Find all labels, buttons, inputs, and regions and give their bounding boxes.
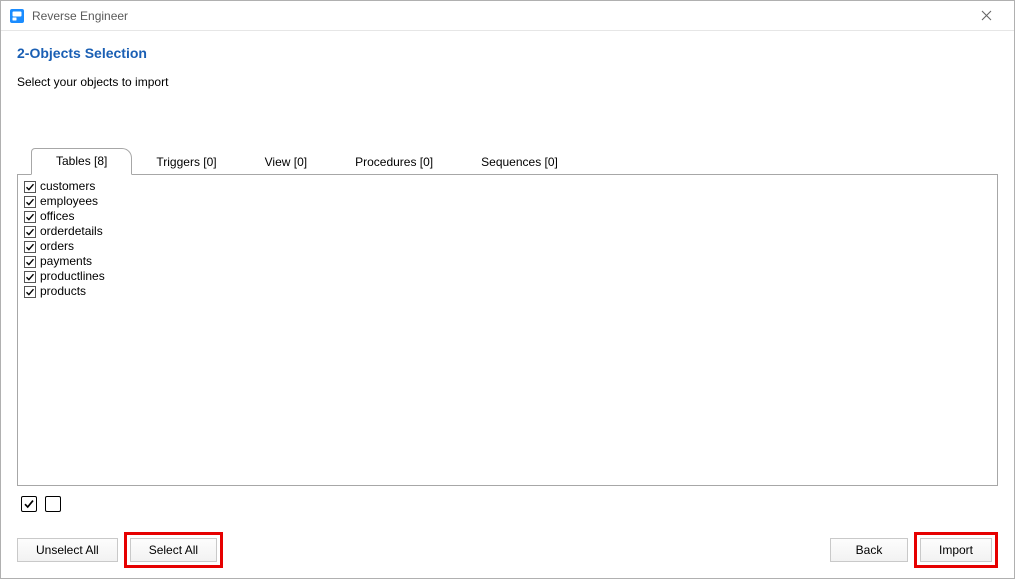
object-list[interactable]: customersemployeesofficesorderdetailsord… [17, 174, 998, 486]
list-item[interactable]: customers [24, 179, 991, 194]
button-row: Unselect All Select All Back Import [17, 532, 998, 568]
check-icon [25, 212, 35, 222]
list-item-label: productlines [40, 269, 105, 284]
tab-bar: Tables [8]Triggers [0]View [0]Procedures… [17, 147, 998, 174]
checkbox[interactable] [24, 286, 36, 298]
tab-sequences[interactable]: Sequences [0] [457, 150, 582, 175]
checkbox[interactable] [24, 211, 36, 223]
list-item[interactable]: payments [24, 254, 991, 269]
tab-tables[interactable]: Tables [8] [31, 148, 132, 175]
list-item-label: orders [40, 239, 74, 254]
tab-procedures[interactable]: Procedures [0] [331, 150, 457, 175]
list-item-label: offices [40, 209, 74, 224]
list-item-label: payments [40, 254, 92, 269]
back-button[interactable]: Back [830, 538, 908, 562]
quick-uncheck-all[interactable] [45, 496, 61, 512]
app-icon [9, 8, 25, 24]
check-icon [25, 272, 35, 282]
window-title: Reverse Engineer [32, 9, 964, 23]
unselect-all-button[interactable]: Unselect All [17, 538, 118, 562]
quick-check-all[interactable] [21, 496, 37, 512]
checkbox[interactable] [24, 196, 36, 208]
import-button[interactable]: Import [920, 538, 992, 562]
list-item-label: products [40, 284, 86, 299]
close-button[interactable] [964, 2, 1008, 30]
list-item[interactable]: orders [24, 239, 991, 254]
check-icon [23, 498, 35, 510]
list-item[interactable]: employees [24, 194, 991, 209]
wizard-body: 2-Objects Selection Select your objects … [1, 31, 1014, 578]
check-icon [25, 227, 35, 237]
quick-select-row [17, 496, 998, 512]
highlight-import: Import [914, 532, 998, 568]
checkbox[interactable] [24, 271, 36, 283]
list-item[interactable]: products [24, 284, 991, 299]
list-item[interactable]: orderdetails [24, 224, 991, 239]
list-item[interactable]: productlines [24, 269, 991, 284]
checkbox[interactable] [24, 241, 36, 253]
list-item-label: orderdetails [40, 224, 103, 239]
check-icon [25, 242, 35, 252]
checkbox[interactable] [24, 256, 36, 268]
list-item-label: customers [40, 179, 95, 194]
highlight-select-all: Select All [124, 532, 223, 568]
checkbox[interactable] [24, 181, 36, 193]
tab-view[interactable]: View [0] [241, 150, 331, 175]
close-icon [981, 10, 992, 21]
list-item-label: employees [40, 194, 98, 209]
check-icon [25, 287, 35, 297]
check-icon [25, 257, 35, 267]
step-title: 2-Objects Selection [17, 45, 998, 61]
check-icon [25, 182, 35, 192]
list-item[interactable]: offices [24, 209, 991, 224]
tab-triggers[interactable]: Triggers [0] [132, 150, 240, 175]
step-description: Select your objects to import [17, 75, 998, 89]
select-all-button[interactable]: Select All [130, 538, 217, 562]
titlebar: Reverse Engineer [1, 1, 1014, 31]
check-icon [25, 197, 35, 207]
checkbox[interactable] [24, 226, 36, 238]
